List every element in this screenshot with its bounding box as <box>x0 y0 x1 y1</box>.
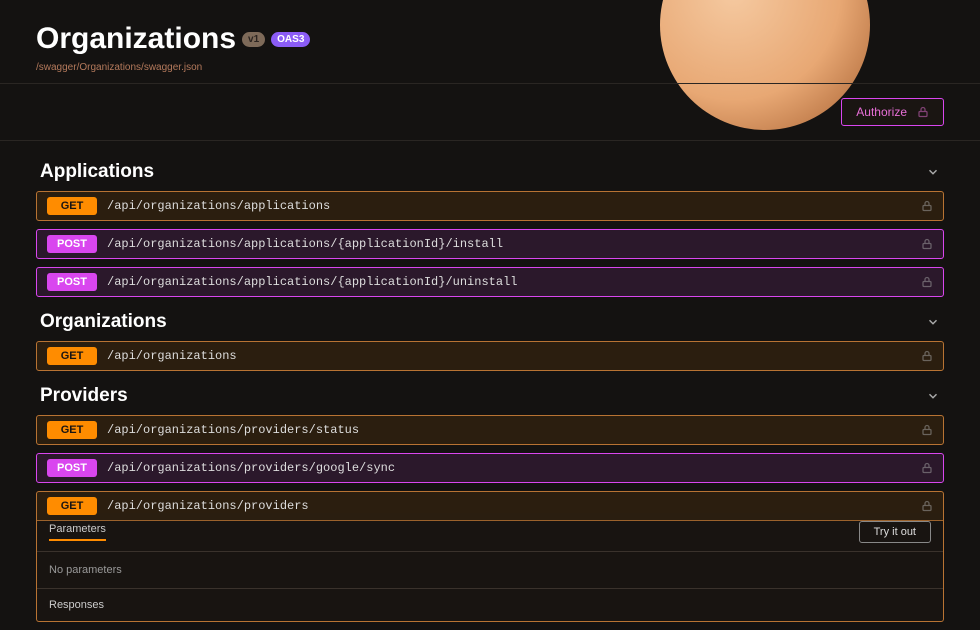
lock-icon <box>921 200 933 212</box>
operations-area: Applications GET/api/organizations/applic… <box>0 140 980 630</box>
lock-icon <box>917 106 929 118</box>
operation-path: /api/organizations/providers/status <box>107 423 921 437</box>
chevron-down-icon <box>926 389 940 403</box>
method-badge: POST <box>47 235 97 253</box>
operation-row[interactable]: POST/api/organizations/applications/{app… <box>36 229 944 259</box>
lock-icon <box>921 424 933 436</box>
action-bar: Authorize <box>0 83 980 140</box>
method-badge: GET <box>47 347 97 365</box>
method-badge: POST <box>47 273 97 291</box>
operation-path: /api/organizations/providers <box>107 499 921 513</box>
method-badge: GET <box>47 197 97 215</box>
operation-path: /api/organizations/providers/google/sync <box>107 461 921 475</box>
operation-path: /api/organizations/applications <box>107 199 921 213</box>
header: Organizations v1 OAS3 /swagger/Organizat… <box>0 0 980 83</box>
method-badge: GET <box>47 497 97 515</box>
tag-name: Applications <box>40 161 154 183</box>
tag-header[interactable]: Applications <box>36 155 944 191</box>
oas-badge: OAS3 <box>271 32 310 47</box>
version-badge: v1 <box>242 32 265 47</box>
tag-header[interactable]: Providers <box>36 379 944 415</box>
spec-link[interactable]: /swagger/Organizations/swagger.json <box>36 62 944 73</box>
chevron-down-icon <box>926 165 940 179</box>
lock-icon <box>921 350 933 362</box>
operation-row[interactable]: GET/api/organizations/providers/status <box>36 415 944 445</box>
authorize-button[interactable]: Authorize <box>841 98 944 126</box>
authorize-label: Authorize <box>856 105 907 119</box>
page-title: Organizations <box>36 22 236 56</box>
lock-icon <box>921 238 933 250</box>
operation-path: /api/organizations/applications/{applica… <box>107 237 921 251</box>
operation-row[interactable]: GET/api/organizations <box>36 341 944 371</box>
tag-header[interactable]: Organizations <box>36 305 944 341</box>
operation-row[interactable]: GET/api/organizations/applications <box>36 191 944 221</box>
operation-row[interactable]: POST/api/organizations/providers/google/… <box>36 453 944 483</box>
chevron-down-icon <box>926 315 940 329</box>
method-badge: POST <box>47 459 97 477</box>
lock-icon <box>921 276 933 288</box>
operation-path: /api/organizations/applications/{applica… <box>107 275 921 289</box>
operation-path: /api/organizations <box>107 349 921 363</box>
method-badge: GET <box>47 421 97 439</box>
lock-icon <box>921 500 933 512</box>
responses-heading: Responses <box>37 588 943 621</box>
parameters-tab: Parameters <box>49 523 106 541</box>
lock-icon <box>921 462 933 474</box>
operation-row[interactable]: POST/api/organizations/applications/{app… <box>36 267 944 297</box>
no-parameters-text: No parameters <box>37 551 943 588</box>
operation-expanded-panel: Parameters Try it out No parametersRespons… <box>36 513 944 622</box>
tag-name: Providers <box>40 385 128 407</box>
tag-name: Organizations <box>40 311 167 333</box>
try-it-out-button[interactable]: Try it out <box>859 521 931 543</box>
